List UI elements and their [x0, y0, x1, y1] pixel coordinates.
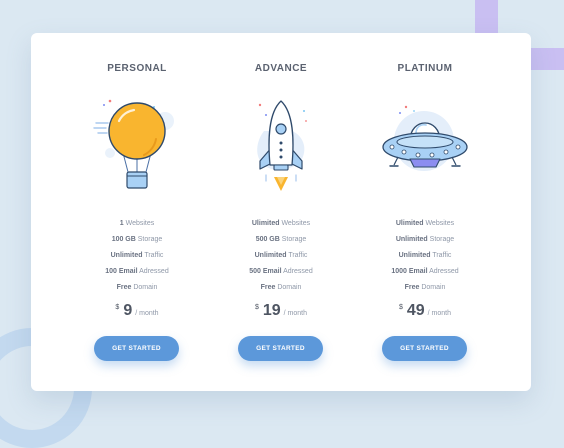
price-amount: 19: [262, 302, 281, 319]
plan-title: PERSONAL: [107, 63, 167, 74]
feature-traffic: Unlimited Traffic: [254, 252, 308, 259]
feature-email: 500 Email Adressed: [249, 268, 313, 275]
feature-email: 1000 Email Adressed: [391, 268, 459, 275]
feature-traffic: Unlimited Traffic: [110, 252, 164, 259]
rocket-icon: [257, 100, 307, 191]
ufo-icon: [382, 105, 468, 171]
price: $49/ month: [355, 302, 495, 320]
get-started-button[interactable]: GET STARTED: [238, 336, 323, 361]
plan-advance: ADVANCE Ulimited Websites 500 GB Storage…: [211, 33, 351, 391]
plan-platinum: PLATINUM Ulimited Websites Unlimited Sto: [355, 33, 495, 391]
price-period: / month: [283, 310, 308, 317]
plan-personal: PERSONAL 1 Websites 100 GB Storage Unlim…: [67, 33, 207, 391]
feature-storage: 100 GB Storage: [111, 236, 163, 243]
plan-title: ADVANCE: [254, 63, 308, 74]
feature-list: Ulimited Websites Unlimited Storage Unli…: [355, 216, 495, 296]
get-started-button[interactable]: GET STARTED: [94, 336, 179, 361]
feature-traffic: Unlimited Traffic: [398, 252, 452, 259]
feature-storage: 500 GB Storage: [255, 236, 307, 243]
price: $19/ month: [211, 302, 351, 320]
pricing-card: PERSONAL 1 Websites 100 GB Storage Unlim…: [31, 33, 531, 391]
hot-air-balloon-icon: [93, 99, 174, 189]
price-amount: 9: [123, 302, 133, 319]
feature-websites: Ulimited Websites: [251, 220, 311, 227]
feature-websites: Ulimited Websites: [395, 220, 455, 227]
price-currency: $: [254, 304, 259, 311]
price-currency: $: [398, 304, 403, 311]
price-period: / month: [135, 310, 159, 317]
feature-list: 1 Websites 100 GB Storage Unlimited Traf…: [67, 216, 207, 296]
feature-domain: Free Domain: [404, 284, 446, 291]
feature-email: 100 Email Adressed: [105, 268, 169, 275]
price: $9/ month: [67, 302, 207, 320]
price-currency: $: [115, 304, 120, 311]
price-period: / month: [427, 310, 452, 317]
get-started-button[interactable]: GET STARTED: [382, 336, 467, 361]
plan-title: PLATINUM: [397, 63, 453, 74]
feature-domain: Free Domain: [260, 284, 302, 291]
feature-storage: Unlimited Storage: [395, 236, 455, 243]
feature-domain: Free Domain: [116, 284, 158, 291]
price-amount: 49: [406, 302, 425, 319]
feature-list: Ulimited Websites 500 GB Storage Unlimit…: [211, 216, 351, 296]
feature-websites: 1 Websites: [119, 220, 155, 227]
